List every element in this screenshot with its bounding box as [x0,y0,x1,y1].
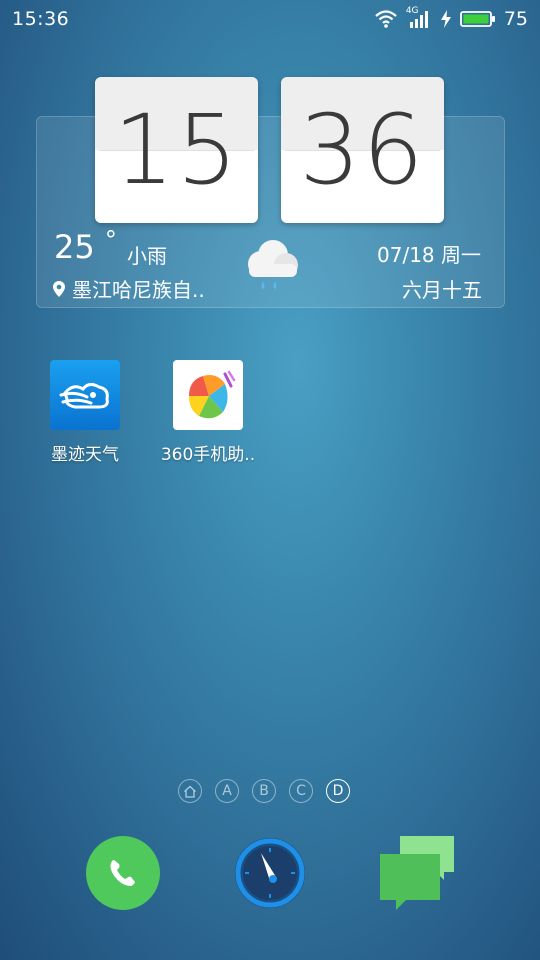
degree-symbol: ° [104,226,117,254]
weather-condition: 小雨 [127,244,167,268]
page-dot-a[interactable]: A [215,779,239,803]
page-indicator[interactable]: A B C D [178,779,350,803]
app-moji-weather[interactable]: 墨迹天气 [25,360,145,465]
clock-minutes-text: 36 [299,94,426,206]
app-label: 墨迹天气 [51,445,119,465]
battery-icon [459,11,495,27]
messages-icon[interactable] [378,834,456,912]
location[interactable]: 墨江哈尼族自.. [52,274,205,303]
phone-button[interactable] [86,836,160,910]
status-bar: 15:36 4G 75 [0,0,540,38]
page-dot-d[interactable]: D [326,779,350,803]
battery-percent: 75 [503,8,528,30]
clock-hours[interactable]: 15 [95,77,258,223]
home-page-dot[interactable] [178,779,202,803]
status-icons: 4G 75 [374,6,528,30]
app-360-icon [173,360,243,430]
temperature: 25 ° [54,226,117,266]
temperature-value: 25 [54,228,95,266]
phone-icon [110,860,135,886]
page-dot-b[interactable]: B [252,779,276,803]
clock-minutes[interactable]: 36 [281,77,444,223]
clock-hours-text: 15 [113,94,240,206]
lunar-date: 六月十五 [402,278,482,302]
signal-icon: 4G [406,6,432,29]
location-text: 墨江哈尼族自.. [72,278,205,302]
wifi-icon [375,10,397,28]
status-time: 15:36 [12,8,70,30]
charging-icon [440,10,451,28]
home-icon [184,785,196,798]
rain-cloud-icon [248,240,298,289]
moji-weather-icon [50,360,120,430]
location-pin-icon [53,280,65,297]
compass-icon[interactable] [232,835,308,911]
page-dot-c[interactable]: C [289,779,313,803]
date: 07/18 周一 [377,243,481,267]
app-label: 360手机助.. [160,445,256,465]
app-360-assistant[interactable]: 360手机助.. [148,360,268,465]
